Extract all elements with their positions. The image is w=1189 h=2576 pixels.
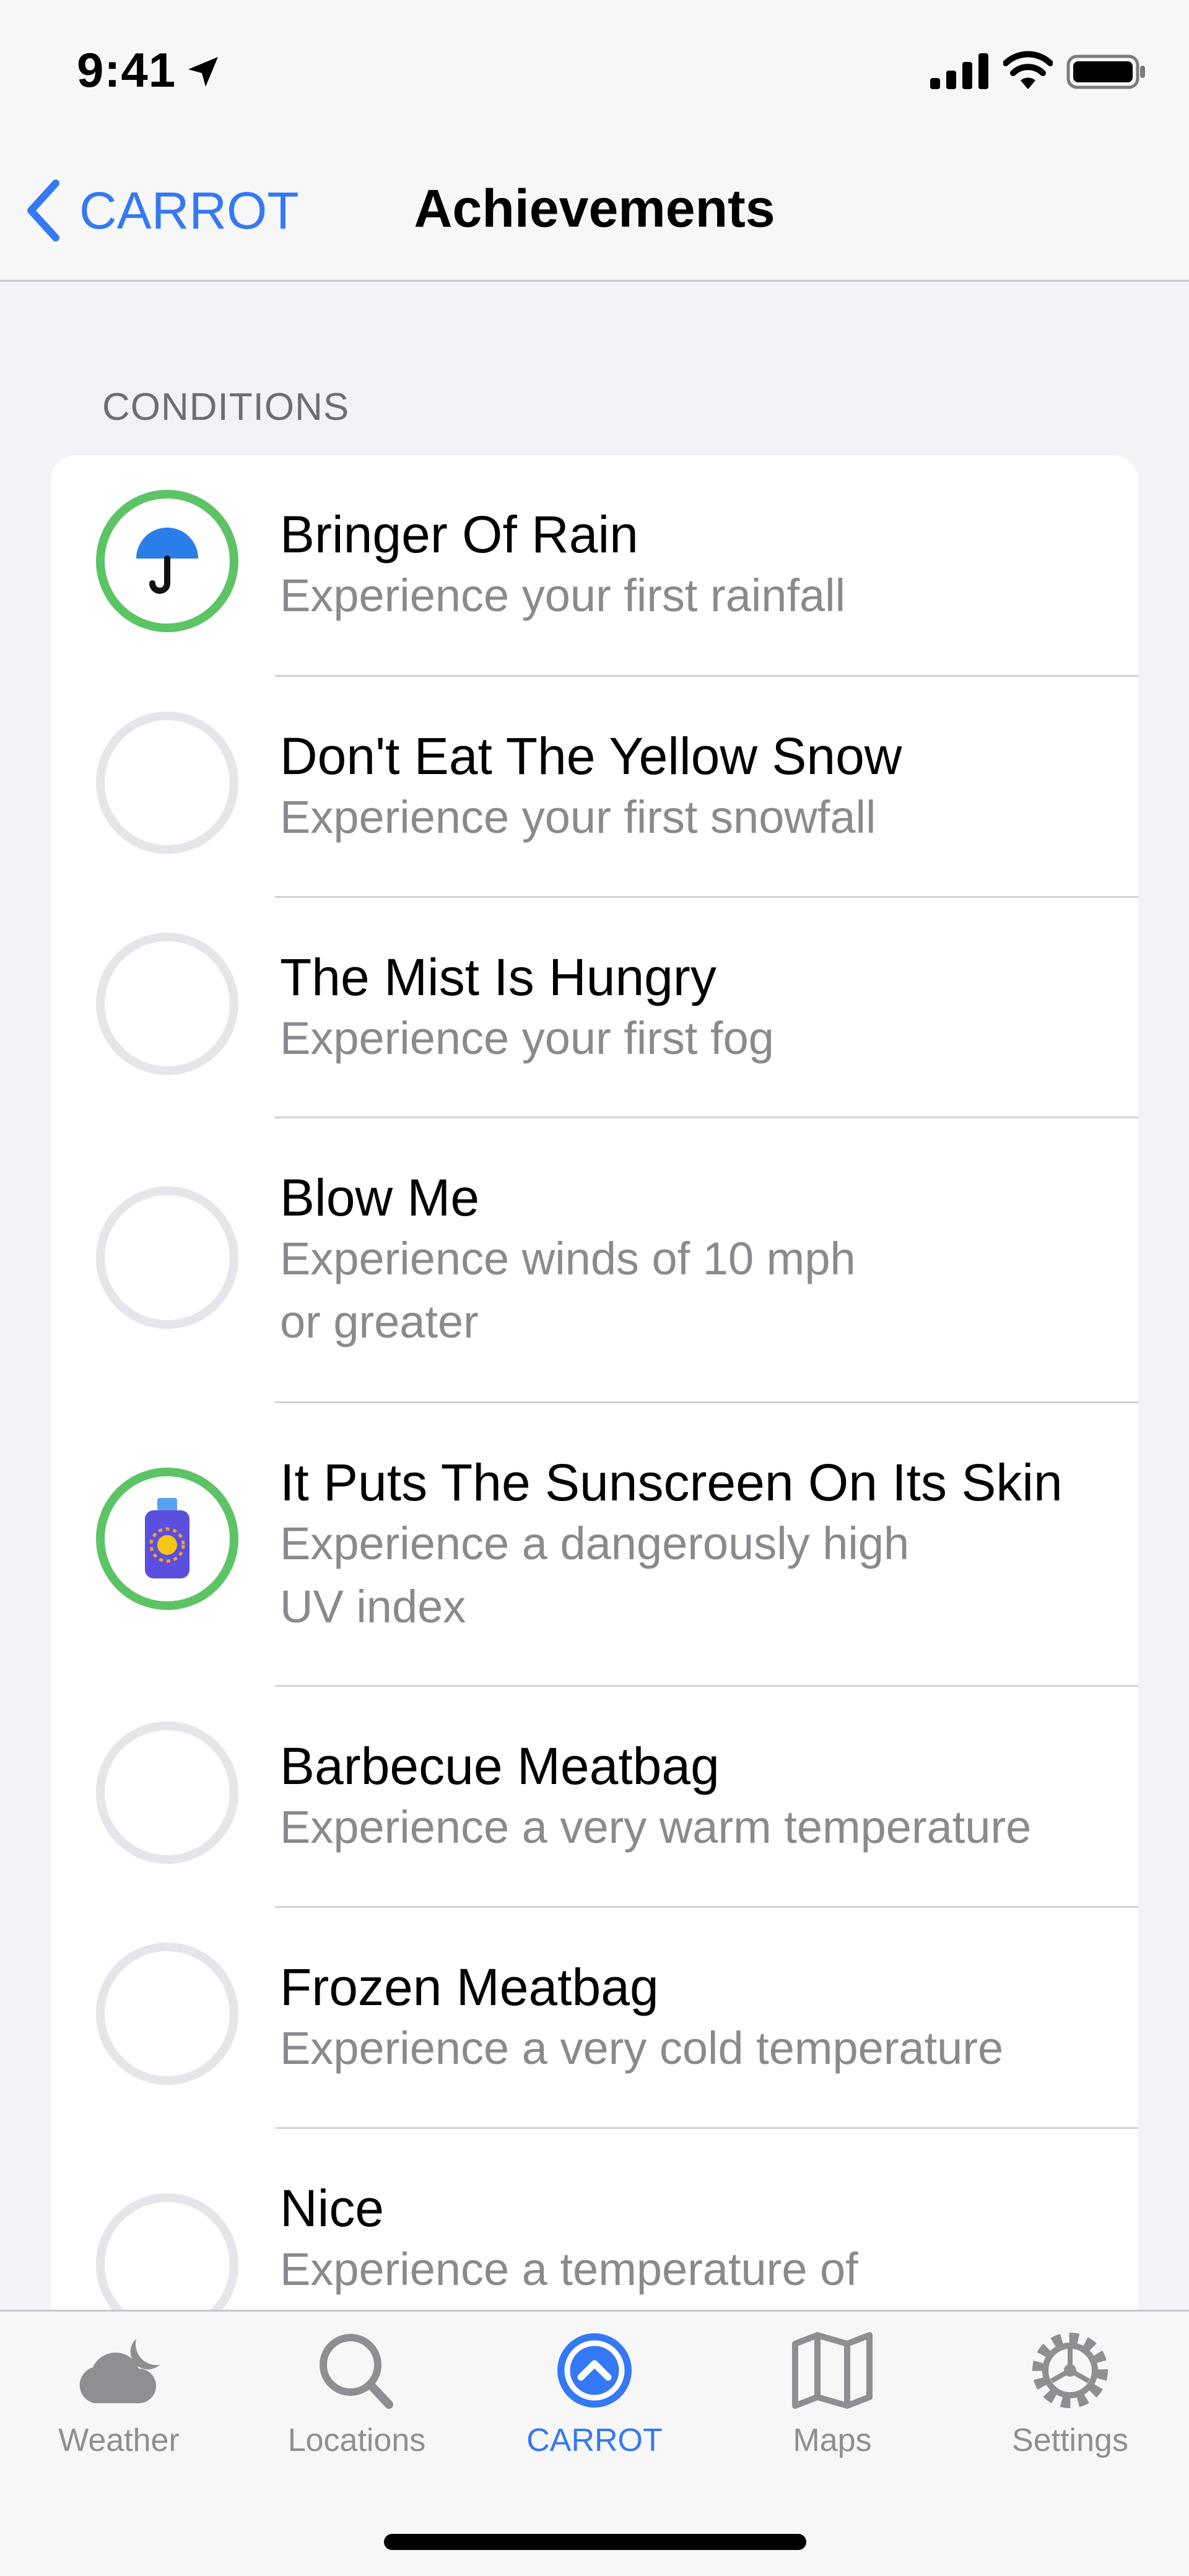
tab-maps[interactable]: Maps (713, 2330, 951, 2459)
umbrella-icon (136, 528, 198, 594)
location-arrow-icon (188, 57, 218, 87)
achievement-badge (96, 1186, 238, 1329)
status-time: 9:41 (77, 43, 176, 97)
achievement-row[interactable]: Barbecue Meatbag Experience a very warm … (51, 1687, 1138, 1908)
home-indicator[interactable] (384, 2534, 806, 2550)
achievement-title: Don't Eat The Yellow Snow (280, 727, 902, 785)
status-bar: 9:41 (0, 0, 1189, 142)
achievements-list: Bringer Of Rain Experience your first ra… (51, 455, 1138, 2313)
achievement-row[interactable]: Frozen Meatbag Experience a very cold te… (51, 1908, 1138, 2129)
achievement-description: Experience a dangerously high UV index (280, 1518, 910, 1632)
carrot-up-icon (557, 2333, 632, 2408)
achievement-title: It Puts The Sunscreen On Its Skin (280, 1453, 1063, 1512)
tab-carrot[interactable]: CARROT (476, 2330, 713, 2459)
tab-label: Locations (287, 2422, 426, 2458)
achievement-description: Experience a very warm temperature (280, 1801, 1032, 1853)
tab-locations[interactable]: Locations (238, 2330, 476, 2459)
page-title: Achievements (414, 179, 775, 238)
achievement-title: Barbecue Meatbag (280, 1737, 720, 1795)
sunscreen-icon (145, 1498, 189, 1578)
achievement-row[interactable]: It Puts The Sunscreen On Its Skin Experi… (51, 1403, 1138, 1687)
tab-label: Maps (793, 2422, 872, 2458)
achievement-row[interactable]: The Mist Is Hungry Experience your first… (51, 898, 1138, 1118)
achievement-row[interactable]: Blow Me Experience winds of 10 mph or gr… (51, 1118, 1138, 1403)
tab-label: CARROT (526, 2422, 663, 2458)
achievement-title: Frozen Meatbag (280, 1958, 659, 2016)
achievement-badge (96, 2193, 238, 2313)
tab-weather[interactable]: Weather (0, 2330, 238, 2459)
achievement-title: Nice (280, 2179, 385, 2237)
achievement-title: Bringer Of Rain (280, 505, 638, 564)
cloud-moon-icon (79, 2339, 160, 2403)
search-icon (320, 2334, 393, 2409)
cellular-signal-icon (930, 53, 988, 89)
achievement-title: Blow Me (280, 1168, 480, 1227)
achievement-description: Experience a very cold temperature (280, 2022, 1004, 2074)
achievement-badge (96, 711, 238, 854)
achievement-badge (96, 1721, 238, 1864)
map-icon (792, 2332, 873, 2409)
achievement-row[interactable]: Bringer Of Rain Experience your first ra… (51, 455, 1138, 677)
tab-settings[interactable]: Settings (951, 2330, 1189, 2459)
wifi-icon (1003, 51, 1053, 89)
achievement-description: Experience winds of 10 mph or greater (280, 1233, 856, 1347)
achievement-badge (96, 490, 238, 632)
achievement-row[interactable]: Nice Experience a temperature of (51, 2129, 1138, 2313)
achievement-description: Experience your first snowfall (280, 791, 876, 843)
gear-icon (1032, 2333, 1108, 2408)
achievement-title: The Mist Is Hungry (280, 948, 716, 1006)
battery-icon (1066, 54, 1145, 89)
tab-label: Weather (58, 2422, 180, 2458)
navigation-bar: CARROT Achievements (0, 142, 1189, 282)
achievement-badge (96, 1943, 238, 2085)
achievement-row[interactable]: Don't Eat The Yellow Snow Experience you… (51, 677, 1138, 898)
achievement-description: Experience your first fog (280, 1012, 774, 1064)
achievement-description: Experience your first rainfall (280, 570, 846, 621)
tab-label: Settings (1012, 2422, 1128, 2458)
section-header-conditions: CONDITIONS (102, 386, 350, 429)
achievement-badge (96, 1468, 238, 1610)
achievement-badge (96, 933, 238, 1075)
achievement-description: Experience a temperature of (280, 2243, 858, 2295)
